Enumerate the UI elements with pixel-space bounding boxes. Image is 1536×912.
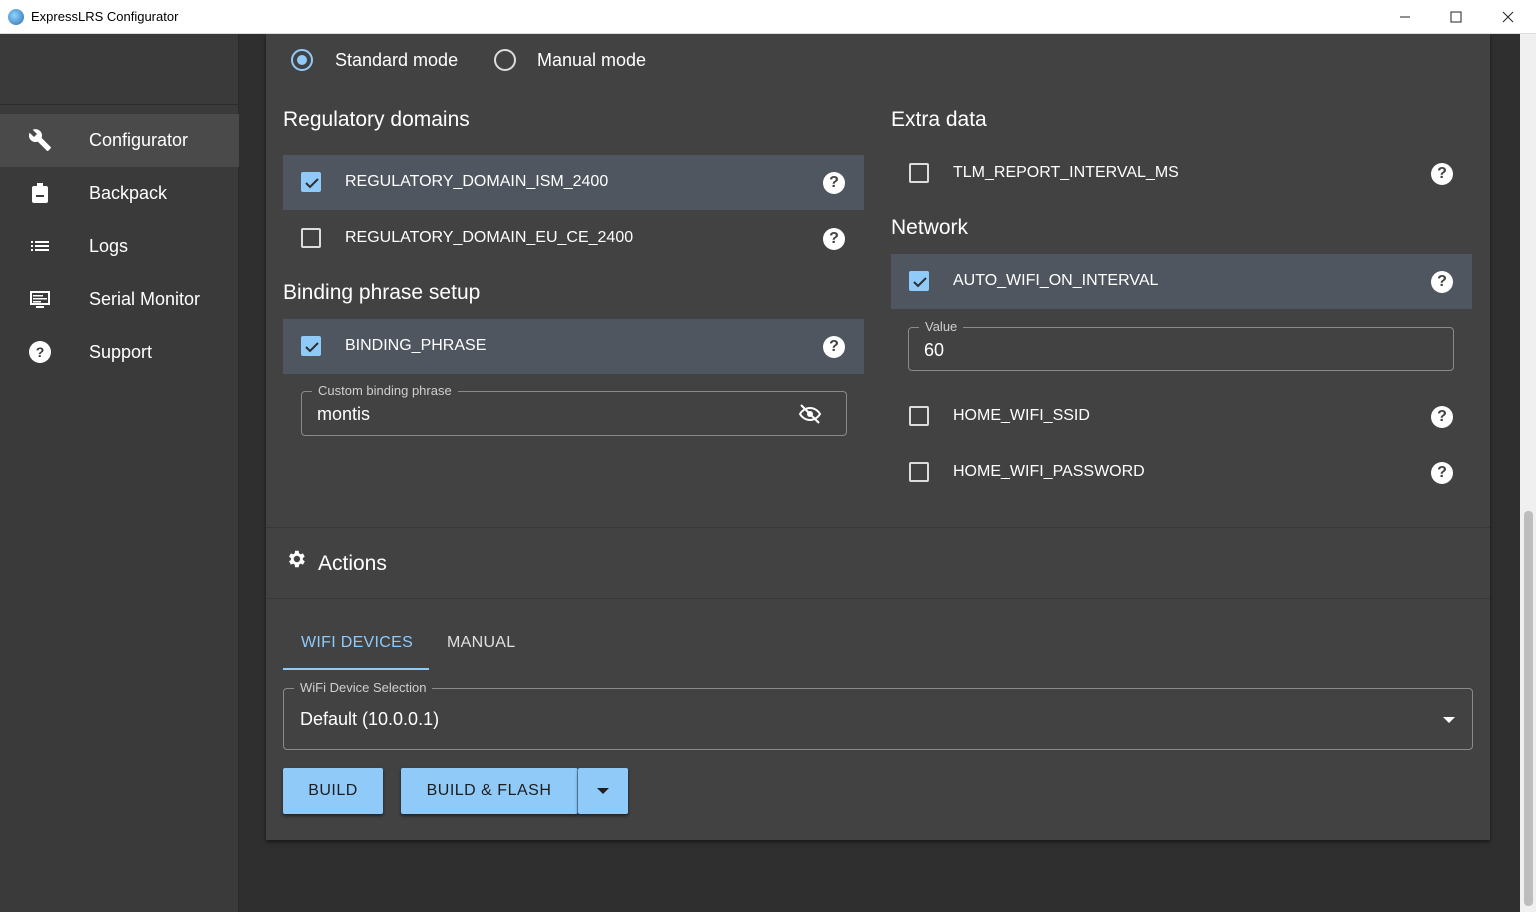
help-icon[interactable]: ? [1431,406,1453,428]
title-bar: ExpressLRS Configurator [0,0,1536,34]
binding-phrase-heading: Binding phrase setup [283,281,481,304]
sidebar-item-label: Serial Monitor [89,289,201,309]
network-heading: Network [891,216,969,239]
sidebar-item-label: Backpack [89,183,168,203]
field-label: Custom binding phrase [312,383,458,398]
extra-data-heading: Extra data [891,108,987,131]
sidebar-item-label: Logs [89,236,129,256]
manual-mode-label: Manual mode [537,50,647,70]
sidebar-divider [0,104,239,105]
checkbox[interactable] [909,271,929,291]
option-label: HOME_WIFI_SSID [953,407,1090,424]
minimize-button[interactable] [1380,0,1430,34]
vertical-scrollbar[interactable] [1520,34,1536,912]
regulatory-domains-heading: Regulatory domains [283,108,470,131]
window-title: ExpressLRS Configurator [31,9,179,24]
monitor-icon [30,291,50,308]
option-label: AUTO_WIFI_ON_INTERVAL [953,272,1159,289]
tab-manual[interactable]: MANUAL [447,634,515,652]
auto-wifi-interval-value-field[interactable]: Value 60 [908,319,1454,371]
field-value: 60 [924,340,945,360]
option-label: BINDING_PHRASE [345,337,487,354]
option-home-wifi-password[interactable]: HOME_WIFI_PASSWORD ? [891,445,1472,500]
checkmark-icon [305,342,319,353]
help-icon[interactable]: ? [823,228,845,250]
visibility-off-icon[interactable] [796,402,824,426]
option-label: TLM_REPORT_INTERVAL_MS [953,164,1179,181]
checkbox[interactable] [301,228,321,248]
close-icon [1502,11,1514,23]
field-label: Value [919,319,964,334]
build-flash-button[interactable]: BUILD & FLASH [401,768,578,814]
gear-icon [289,550,305,568]
section-divider [266,598,1490,599]
app-logo-icon [8,9,24,25]
sidebar-item-label: Support [89,342,153,362]
sidebar: Configurator Backpack Logs Serial Monito… [0,34,239,912]
checkbox[interactable] [301,336,321,356]
option-label: REGULATORY_DOMAIN_ISM_2400 [345,173,609,190]
configuration-panel: Standard mode Manual mode Regulatory dom… [266,34,1490,840]
close-button[interactable] [1483,0,1533,34]
main-content: Standard mode Manual mode Regulatory dom… [239,34,1520,912]
option-binding-phrase[interactable]: BINDING_PHRASE ? [283,319,864,374]
build-button[interactable]: BUILD [283,768,383,814]
svg-text:?: ? [36,344,45,360]
checkbox[interactable] [909,406,929,426]
tab-wifi-devices[interactable]: WIFI DEVICES [301,634,413,652]
minimize-icon [1400,16,1410,18]
option-auto-wifi-on-interval[interactable]: AUTO_WIFI_ON_INTERVAL ? [891,254,1472,309]
maximize-button[interactable] [1431,0,1481,34]
standard-mode-label: Standard mode [335,50,459,70]
sidebar-item-support[interactable]: ? Support [0,326,239,379]
field-value: Default (10.0.0.1) [300,709,440,729]
field-label: WiFi Device Selection [294,680,433,695]
dropdown-arrow-icon [1443,717,1455,723]
actions-heading: Actions [318,552,387,575]
help-icon[interactable]: ? [1431,462,1453,484]
wifi-device-select[interactable]: WiFi Device Selection Default (10.0.0.1) [283,680,1473,750]
active-tab-indicator [283,668,429,670]
sidebar-item-backpack[interactable]: Backpack [0,167,239,220]
chevron-down-icon [597,788,609,794]
checkbox[interactable] [301,172,321,192]
help-icon[interactable]: ? [823,336,845,358]
help-icon[interactable]: ? [1431,271,1453,293]
sidebar-item-logs[interactable]: Logs [0,220,239,273]
sidebar-item-serial-monitor[interactable]: Serial Monitor [0,273,239,326]
help-icon[interactable]: ? [1431,163,1453,185]
option-tlm-report-interval[interactable]: TLM_REPORT_INTERVAL_MS ? [891,146,1472,201]
option-regulatory-eu-ce-2400[interactable]: REGULATORY_DOMAIN_EU_CE_2400 ? [283,211,864,266]
option-label: HOME_WIFI_PASSWORD [953,463,1145,480]
manual-mode-radio[interactable] [494,49,516,71]
checkbox[interactable] [909,462,929,482]
help-circle-icon: ? [29,341,51,363]
checkbox[interactable] [909,163,929,183]
maximize-icon [1450,11,1462,23]
backpack-icon [32,183,48,203]
option-label: REGULATORY_DOMAIN_EU_CE_2400 [345,229,634,246]
standard-mode-radio[interactable] [291,49,313,71]
section-divider [266,527,1490,528]
wrench-icon [28,129,51,151]
checkmark-icon [913,277,927,288]
sidebar-item-label: Configurator [89,130,189,150]
checkmark-icon [305,178,319,189]
field-value: montis [317,404,371,424]
option-home-wifi-ssid[interactable]: HOME_WIFI_SSID ? [891,389,1472,444]
help-icon[interactable]: ? [823,172,845,194]
list-icon [31,241,49,251]
binding-phrase-field[interactable]: Custom binding phrase montis [301,383,847,436]
option-regulatory-ism-2400[interactable]: REGULATORY_DOMAIN_ISM_2400 ? [283,155,864,210]
build-options-dropdown-button[interactable] [578,768,628,814]
scrollbar-thumb[interactable] [1524,511,1533,906]
sidebar-item-configurator[interactable]: Configurator [0,114,239,167]
